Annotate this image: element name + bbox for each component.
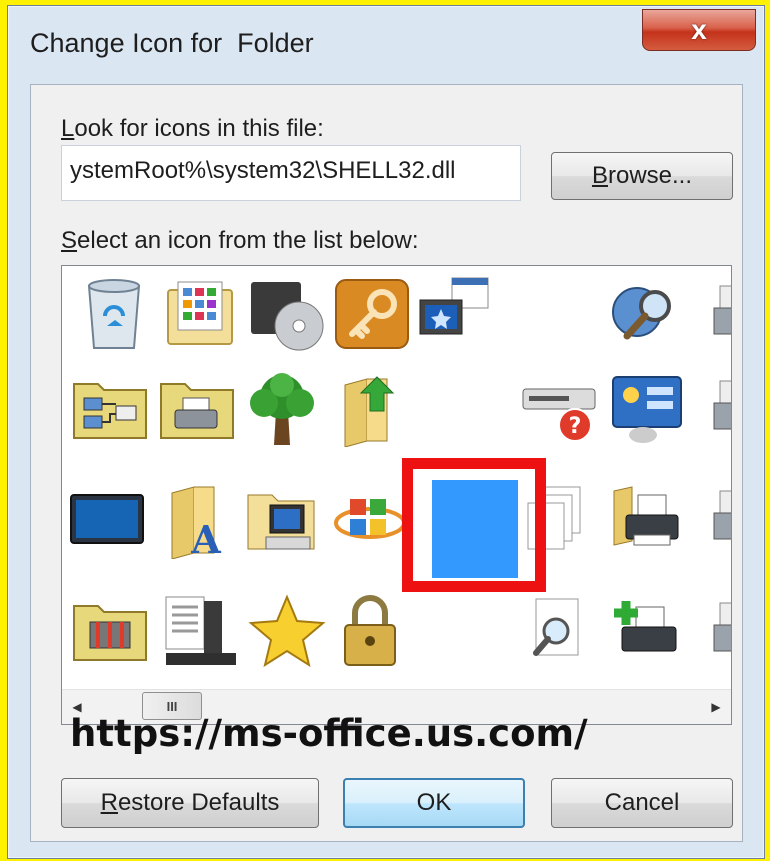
padlock-icon[interactable] — [330, 588, 410, 673]
browse-label: Browse... — [591, 162, 693, 189]
icon-file-path-input[interactable]: ystemRoot%\system32\SHELL32.dll — [61, 145, 521, 201]
printers-folder-icon[interactable] — [157, 366, 237, 451]
fonts-folder-icon[interactable]: A — [157, 476, 237, 561]
path-value: ystemRoot%\system32\SHELL32.dll — [70, 157, 456, 184]
magnifier-globe-icon[interactable] — [607, 271, 687, 356]
folder-up-arrow-icon[interactable] — [332, 366, 412, 451]
scroll-right-icon[interactable]: ▶ — [701, 690, 731, 724]
control-panel-icon[interactable] — [607, 366, 687, 451]
remote-desktop-icon[interactable] — [414, 271, 494, 356]
help-device-icon[interactable]: ? — [517, 366, 597, 451]
printer-partial-icon[interactable] — [690, 366, 731, 451]
close-button[interactable]: x — [642, 9, 756, 51]
icon-list[interactable]: ? A ◀ III ▶ — [61, 265, 732, 725]
key-icon[interactable] — [332, 271, 412, 356]
cancel-label: Cancel — [604, 789, 680, 816]
svg-text:?: ? — [569, 414, 582, 439]
star-icon[interactable] — [247, 588, 327, 673]
recycle-bin-icon[interactable] — [74, 271, 154, 356]
file-label: Look for icons in this file: — [61, 115, 324, 142]
computer-folder-icon[interactable] — [244, 476, 324, 561]
tree-icon[interactable] — [242, 366, 322, 451]
cancel-button[interactable]: Cancel — [551, 778, 733, 828]
dialog-title: Change Icon for Folder — [30, 28, 314, 58]
control-panel-folder-icon[interactable] — [160, 271, 240, 356]
document-list-icon[interactable] — [160, 588, 240, 673]
add-printer-icon[interactable] — [604, 588, 684, 673]
printer-partial-icon[interactable] — [690, 271, 731, 356]
printer-partial-icon[interactable] — [690, 476, 731, 561]
media-disc-icon[interactable] — [247, 271, 327, 356]
network-folder-icon[interactable] — [70, 366, 150, 451]
browse-button[interactable]: Browse... — [551, 152, 733, 200]
restore-defaults-label: Restore Defaults — [100, 789, 280, 816]
watermark-url: https://ms-office.us.com/ — [70, 712, 588, 755]
title-bar: Change Icon for Folder x — [8, 6, 764, 82]
restore-defaults-button[interactable]: Restore Defaults — [61, 778, 319, 828]
printer-icon[interactable] — [604, 476, 684, 561]
icon-list-label: Select an icon from the list below: — [61, 227, 419, 254]
ok-button[interactable]: OK — [343, 778, 525, 828]
windows-logo-icon[interactable] — [330, 476, 410, 561]
monitor-icon[interactable] — [67, 476, 147, 561]
tools-folder-icon[interactable] — [70, 588, 150, 673]
ok-label: OK — [416, 789, 452, 816]
selected-icon[interactable] — [432, 480, 518, 578]
printer-partial-icon[interactable] — [690, 588, 731, 673]
search-document-icon[interactable] — [517, 588, 597, 673]
svg-text:A: A — [190, 517, 221, 559]
close-icon: x — [691, 14, 707, 45]
